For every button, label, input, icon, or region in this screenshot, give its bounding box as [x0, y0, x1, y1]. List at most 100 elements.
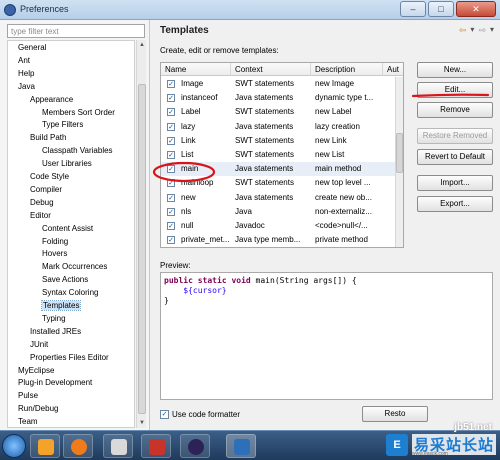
use-code-formatter-checkbox[interactable]: ✓: [160, 410, 169, 419]
import-button[interactable]: Import...: [417, 175, 493, 191]
tree-item-label: Plug-in Development: [18, 378, 93, 388]
tree-item[interactable]: Compiler: [30, 184, 62, 196]
scroll-up-icon[interactable]: ▲: [138, 41, 146, 49]
forward-menu-icon[interactable]: ▾: [490, 25, 494, 36]
table-row[interactable]: ✓ Link SWT statements new Link: [161, 134, 397, 148]
minimize-button[interactable]: –: [400, 1, 426, 17]
back-menu-icon[interactable]: ▾: [470, 25, 474, 36]
column-header-name[interactable]: Name: [161, 63, 231, 76]
column-header-context[interactable]: Context: [231, 63, 311, 76]
remove-button[interactable]: Remove: [417, 102, 493, 118]
tree-item[interactable]: Typing: [42, 313, 66, 325]
filter-input[interactable]: [7, 24, 145, 38]
restore-removed-button[interactable]: Restore Removed: [417, 128, 493, 144]
tree-item[interactable]: General: [18, 42, 46, 54]
row-enabled-checkbox[interactable]: ✓: [167, 108, 175, 117]
tree-item[interactable]: Save Actions: [42, 274, 88, 286]
tree-item[interactable]: Classpath Variables: [42, 145, 113, 157]
close-button[interactable]: ✕: [456, 1, 496, 17]
forward-arrow-icon[interactable]: ⇨: [478, 25, 486, 36]
tree-item[interactable]: Syntax Coloring: [42, 287, 98, 299]
window-title: Preferences: [20, 4, 69, 14]
cell-context: SWT statements: [235, 178, 294, 188]
new-button[interactable]: New...: [417, 62, 493, 78]
row-enabled-checkbox[interactable]: ✓: [167, 80, 175, 88]
scroll-down-icon[interactable]: ▼: [138, 419, 146, 427]
taskbar-eclipse[interactable]: [180, 434, 210, 458]
revert-to-default-button[interactable]: Revert to Default: [417, 149, 493, 165]
edit-button[interactable]: Edit...: [417, 82, 493, 98]
row-enabled-checkbox[interactable]: ✓: [167, 179, 175, 188]
tree-item[interactable]: Ant: [18, 55, 30, 67]
tree-item[interactable]: Team: [18, 416, 38, 427]
row-enabled-checkbox[interactable]: ✓: [167, 94, 175, 103]
tree-item[interactable]: MyEclipse: [18, 365, 54, 377]
eclipse-icon: [188, 439, 204, 455]
cell-context: Java statements: [235, 93, 294, 103]
row-enabled-checkbox[interactable]: ✓: [167, 207, 175, 216]
start-button[interactable]: [2, 434, 26, 458]
tree-item[interactable]: Templates: [40, 300, 82, 312]
export-button[interactable]: Export...: [417, 196, 493, 212]
taskbar-myeclipse[interactable]: [226, 434, 256, 458]
row-enabled-checkbox[interactable]: ✓: [167, 193, 175, 202]
tree-scroll-thumb[interactable]: [138, 84, 146, 414]
row-enabled-checkbox[interactable]: ✓: [167, 165, 175, 174]
cell-context: Java statements: [235, 192, 294, 202]
page-description: Create, edit or remove templates:: [160, 46, 279, 55]
tree-item[interactable]: Installed JREs: [30, 326, 81, 338]
table-row[interactable]: ✓ new Java statements create new ob...: [161, 191, 397, 205]
tree-item[interactable]: User Libraries: [42, 158, 92, 170]
tree-item[interactable]: Build Path: [30, 132, 66, 144]
tree-item[interactable]: Mark Occurrences: [42, 261, 107, 273]
table-row[interactable]: ✓ instanceof Java statements dynamic type t…: [161, 91, 397, 105]
tree-item[interactable]: Plug-in Development: [18, 377, 92, 389]
table-scrollbar[interactable]: [395, 77, 403, 247]
tree-item[interactable]: Run/Debug: [18, 403, 58, 415]
table-row[interactable]: ✓ nls Java non-externaliz...: [161, 205, 397, 219]
tree-item[interactable]: Pulse: [18, 390, 38, 402]
table-scroll-thumb[interactable]: [396, 133, 403, 173]
template-preview[interactable]: public static void main(String args[]) {…: [160, 272, 493, 400]
taskbar-flash[interactable]: [141, 434, 171, 458]
tree-item-label: Ant: [18, 55, 31, 65]
table-row[interactable]: ✓ private_met... Java type memb... private …: [161, 233, 397, 247]
tree-item[interactable]: Appearance: [30, 94, 73, 106]
tree-item[interactable]: Debug: [30, 197, 54, 209]
tree-item-label: Members Sort Order: [42, 107, 115, 117]
tree-item[interactable]: Type Filters: [42, 119, 83, 131]
row-enabled-checkbox[interactable]: ✓: [167, 236, 175, 245]
tree-item[interactable]: Folding: [42, 236, 68, 248]
taskbar-media-player[interactable]: [30, 434, 60, 458]
taskbar-app[interactable]: [103, 434, 133, 458]
row-enabled-checkbox[interactable]: ✓: [167, 122, 175, 131]
column-header-auto[interactable]: Aut: [383, 63, 403, 76]
cell-description: new top level ...: [315, 178, 371, 188]
tree-scrollbar[interactable]: ▲ ▼: [136, 40, 146, 428]
row-enabled-checkbox[interactable]: ✓: [167, 136, 175, 145]
back-arrow-icon[interactable]: ⇦: [459, 25, 467, 36]
table-row[interactable]: ✓ main Java statements main method: [161, 162, 397, 177]
tree-item[interactable]: Editor: [30, 210, 51, 222]
taskbar-browser[interactable]: [63, 434, 93, 458]
table-row[interactable]: ✓ Image SWT statements new Image: [161, 77, 397, 91]
table-row[interactable]: ✓ List SWT statements new List: [161, 148, 397, 162]
tree-item[interactable]: Members Sort Order: [42, 107, 115, 119]
row-enabled-checkbox[interactable]: ✓: [167, 222, 175, 230]
tree-item[interactable]: JUnit: [30, 339, 48, 351]
table-row[interactable]: ✓ Label SWT statements new Label: [161, 105, 397, 119]
tree-item[interactable]: Hovers: [42, 248, 67, 260]
table-row[interactable]: ✓ lazy Java statements lazy creation: [161, 120, 397, 134]
table-row[interactable]: ✓ mainloop SWT statements new top level ...: [161, 176, 397, 190]
column-header-description[interactable]: Description: [311, 63, 383, 76]
tree-item[interactable]: Content Assist: [42, 223, 93, 235]
table-row[interactable]: ✓ null Javadoc <code>null</...: [161, 219, 397, 233]
tree-item[interactable]: Java: [18, 81, 35, 93]
cell-context: Java statements: [235, 121, 294, 131]
cell-name: main: [181, 164, 199, 174]
tree-item[interactable]: Properties Files Editor: [30, 352, 109, 364]
row-enabled-checkbox[interactable]: ✓: [167, 151, 175, 159]
tree-item[interactable]: Help: [18, 68, 34, 80]
tree-item[interactable]: Code Style: [30, 171, 69, 183]
maximize-button[interactable]: □: [428, 1, 454, 17]
